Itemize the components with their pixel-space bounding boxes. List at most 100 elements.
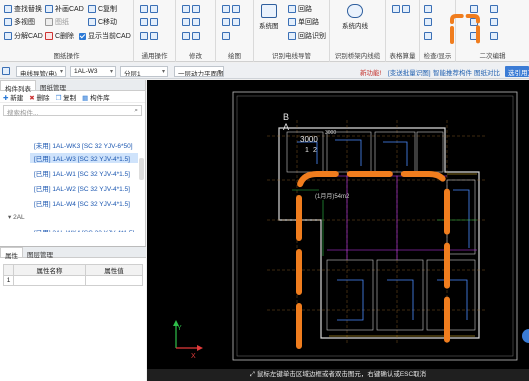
drawing-select[interactable]: 一层动力平面图 (174, 66, 224, 77)
tool-icon (140, 32, 148, 40)
smart-recommend-link[interactable]: 智能推荐构件 (433, 67, 472, 77)
explode-icon (4, 32, 12, 40)
list-item[interactable]: [已用] 1AL-W2 [SC 32 YJV-4*1.5] (34, 183, 130, 193)
check-button[interactable] (424, 17, 432, 27)
component-list-scrollbar[interactable] (139, 158, 144, 180)
circuit-lines (307, 175, 477, 260)
table-header-name: 属性名称 (12, 264, 87, 276)
ribbon-group-label: 通用操作 (141, 53, 168, 60)
table-cell[interactable] (12, 275, 87, 286)
ribbon-group-label: 绘图 (228, 53, 241, 60)
ribbon-group-draw: 绘图 (216, 0, 254, 62)
canvas-scroll-handle[interactable] (522, 329, 529, 343)
single-circuit-button[interactable]: 单回路 (288, 17, 319, 27)
delete-component-button[interactable]: ✖ 删除 (29, 92, 49, 102)
cad-drawing[interactable]: B A 3000 1 2 (1月月)54m2 3000 Y X (147, 80, 529, 369)
list-item[interactable]: [已用] 1AL-W1 [SC 32 YJV-4*1.5] (34, 168, 130, 178)
axis-label-b: B (283, 112, 289, 122)
explode-cad-button[interactable]: 分解CAD (4, 31, 43, 41)
component-type-select[interactable]: 电线导管(电) (16, 66, 66, 77)
new-feature-tip[interactable]: 新功能! (360, 67, 381, 77)
select-reference-button[interactable]: 选引用方 (505, 66, 529, 77)
component-select[interactable]: 1AL-W3 (70, 66, 116, 77)
axis-y-label: Y (177, 325, 182, 332)
checkbox-icon (79, 32, 86, 40)
secondary-edit-tool-5[interactable] (490, 17, 498, 27)
drawing-button[interactable]: 图纸 (45, 17, 69, 27)
yellow-lines (329, 173, 477, 337)
system-inner-wire-button[interactable]: 系统内线 (342, 4, 368, 30)
copy-component-button[interactable]: ❐ 复制 (56, 92, 77, 102)
tab-properties[interactable]: 属性 (0, 247, 23, 260)
list-item[interactable]: [已用] 2AL-WK4 [SC 32 YJV-4*1.5] (34, 227, 134, 232)
tab-drawing-manager[interactable]: 图纸管理 (36, 80, 70, 92)
tab-component-list[interactable]: 构件列表 (0, 80, 36, 93)
new-component-button[interactable]: ✚ 新建 (3, 92, 23, 102)
status-bar: ⤢ 鼠标左键单击区域边框或者双击图元，右键确认或ESC取消 (147, 369, 529, 381)
common-tool-3[interactable] (140, 31, 158, 41)
point-icon (232, 5, 240, 13)
redraw-cad-icon (45, 5, 53, 13)
cad-canvas[interactable]: B A 3000 1 2 (1月月)54m2 3000 Y X (147, 80, 529, 369)
list-item[interactable]: [已用] 1AL-W3 [SC 32 YJV-4*1.5] (30, 153, 138, 163)
list-item[interactable]: [已用] 1AL-W4 [SC 32 YJV-4*1.5] (34, 198, 130, 208)
properties-table: 属性名称 属性值 1 (3, 264, 143, 286)
filter-icon (424, 5, 432, 13)
dimension-label-2: 3000 (325, 130, 336, 136)
circuit-button[interactable]: 回路 (288, 4, 312, 14)
c-move-button[interactable]: C移动 (88, 17, 117, 27)
table-cell[interactable] (85, 275, 143, 286)
drawing-compare-link[interactable]: 图纸对比 (474, 67, 500, 77)
multi-view-button[interactable]: 多视图 (4, 17, 35, 27)
find-replace-icon (4, 5, 12, 13)
grid-label-1: 1 (305, 147, 309, 154)
tab-layer-manager[interactable]: 图层管理 (23, 247, 57, 259)
system-diagram-button[interactable]: 系统图 (259, 4, 279, 30)
batch-identify-link[interactable]: [变送批量识图] (388, 67, 431, 77)
modify-tool-1[interactable] (182, 4, 200, 14)
tool-icon (150, 5, 158, 13)
dimension-label: 3000 (300, 135, 318, 144)
common-tool-2[interactable] (140, 17, 158, 27)
list-item[interactable]: [未用] 1AL-WK3 [SC 32 YJV-6*50] (34, 140, 133, 150)
system-inner-wire-icon (347, 4, 363, 18)
status-text: 鼠标左键单击区域边框或者双击图元，右键确认或ESC取消 (256, 371, 427, 378)
modify-tool-2[interactable] (182, 17, 200, 27)
component-library-button[interactable]: ▦ 构件库 (82, 92, 109, 102)
table-tool-1[interactable] (392, 4, 410, 14)
component-search-input[interactable]: 搜索构件... ⌕ (3, 105, 142, 117)
redraw-cad-button[interactable]: 补画CAD (45, 4, 84, 14)
display-button[interactable] (424, 31, 432, 41)
ribbon-group-label: 修改 (189, 53, 202, 60)
c-copy-button[interactable]: C复制 (88, 4, 117, 14)
draw-tool-1[interactable] (222, 4, 240, 14)
circuit-icon (288, 5, 296, 13)
find-replace-button[interactable]: 查找替换 (4, 4, 42, 14)
drawing-icon (45, 18, 53, 26)
draw-tool-2[interactable] (222, 17, 240, 27)
secondary-edit-tool-6[interactable] (490, 31, 498, 41)
table-row[interactable]: 1 (3, 275, 143, 286)
filter-button[interactable] (424, 4, 439, 14)
edit-icon (490, 32, 498, 40)
tree-group-2al[interactable]: ▾ 2AL (8, 213, 25, 221)
layer-icon-button[interactable] (2, 66, 10, 76)
floor-select[interactable]: 分层1 (120, 66, 168, 77)
rotate-icon (182, 18, 190, 26)
common-tool-1[interactable] (140, 4, 158, 14)
layer-icon (2, 67, 10, 75)
secondary-toolbar: 电线导管(电) 1AL-W3 分层1 一层动力平面图 新功能! [变送批量识图]… (0, 63, 529, 79)
secondary-edit-tool-4[interactable] (490, 4, 498, 14)
single-circuit-icon (288, 18, 296, 26)
tool-icon (150, 18, 158, 26)
new-icon: ✚ (3, 94, 9, 102)
copy-icon (88, 5, 96, 13)
draw-tool-3[interactable] (222, 31, 230, 41)
component-panel-tabs: 构件列表 图纸管理 (0, 80, 145, 93)
show-current-cad-toggle[interactable]: 显示当前CAD (79, 31, 131, 41)
c-delete-button[interactable]: C删除 (45, 31, 74, 41)
circuit-identify-button[interactable]: 回路识别 (288, 31, 326, 41)
ribbon-group-label: 识别桥架内线缆 (334, 53, 381, 60)
move-icon (182, 5, 190, 13)
modify-tool-3[interactable] (182, 31, 200, 41)
